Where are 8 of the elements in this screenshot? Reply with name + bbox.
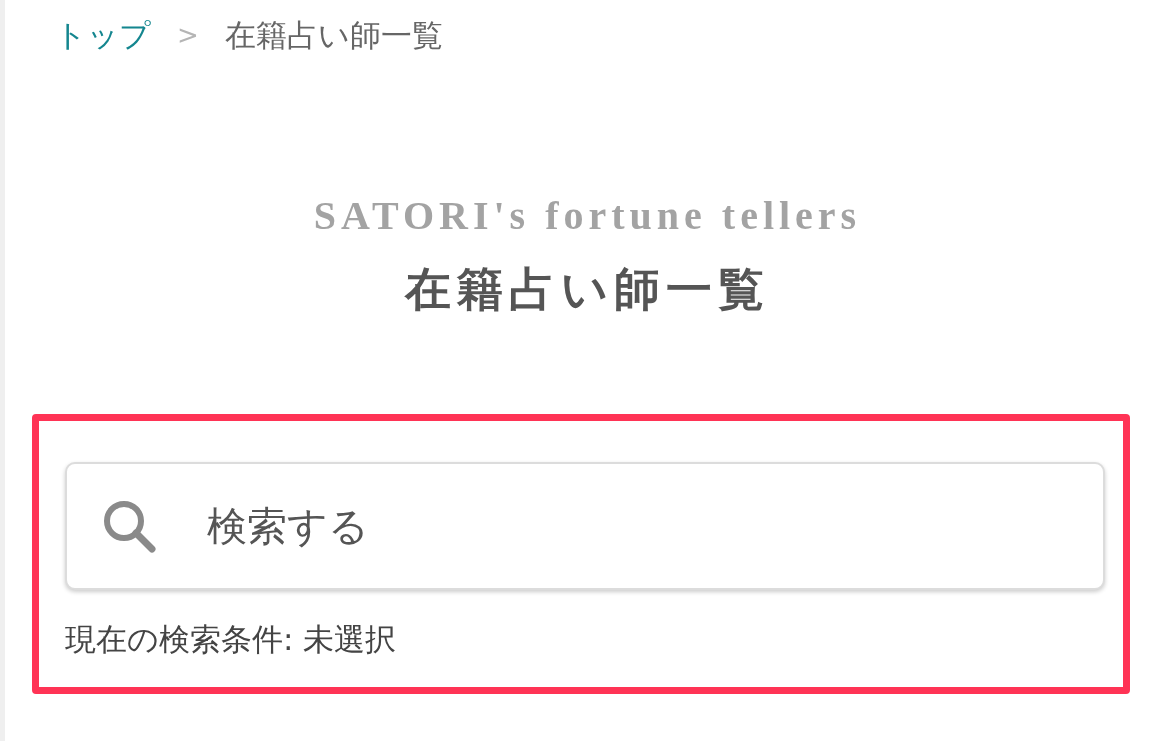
breadcrumb-link[interactable]: トップ: [55, 11, 151, 59]
breadcrumb-current: 在籍占い師一覧: [224, 15, 443, 55]
subtitle: SATORI's fortune tellers: [313, 196, 862, 236]
page-title: 在籍占い師一覧: [405, 266, 770, 312]
search-field[interactable]: 検索する: [65, 462, 1105, 590]
breadcrumb-separator: >: [177, 18, 199, 52]
search-icon: [101, 498, 157, 554]
search-condition: 現在の検索条件: 未選択: [65, 624, 398, 655]
